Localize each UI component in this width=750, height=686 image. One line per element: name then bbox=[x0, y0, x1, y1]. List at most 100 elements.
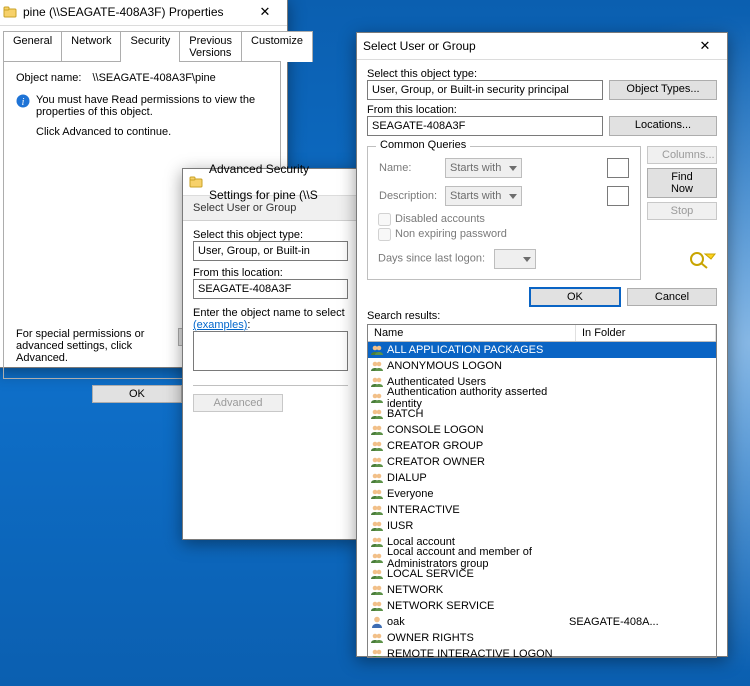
chevron-down-icon bbox=[523, 257, 531, 262]
properties-title: pine (\\SEAGATE-408A3F) Properties bbox=[23, 0, 249, 25]
result-row[interactable]: CREATOR OWNER bbox=[368, 454, 716, 470]
result-row[interactable]: CONSOLE LOGON bbox=[368, 422, 716, 438]
close-icon[interactable]: ✕ bbox=[249, 3, 281, 21]
object-types-button[interactable]: Object Types... bbox=[609, 80, 717, 100]
result-row[interactable]: ANONYMOUS LOGON bbox=[368, 358, 716, 374]
result-name: LOCAL SERVICE bbox=[387, 568, 569, 580]
group-icon bbox=[370, 503, 384, 517]
result-name: CONSOLE LOGON bbox=[387, 424, 569, 436]
tab-previous[interactable]: Previous Versions bbox=[179, 31, 242, 62]
tab-security[interactable]: Security bbox=[120, 31, 180, 62]
result-name: BATCH bbox=[387, 408, 569, 420]
group-icon bbox=[370, 599, 384, 613]
properties-tabs: General Network Security Previous Versio… bbox=[3, 30, 281, 61]
object-name-label: Object name: bbox=[16, 72, 81, 84]
advsec-advanced-button[interactable]: Advanced bbox=[193, 394, 283, 412]
common-queries-legend: Common Queries bbox=[376, 139, 470, 151]
result-name: IUSR bbox=[387, 520, 569, 532]
properties-titlebar: pine (\\SEAGATE-408A3F) Properties ✕ bbox=[0, 0, 287, 26]
ok-button[interactable]: OK bbox=[530, 288, 620, 306]
result-row[interactable]: OWNER RIGHTS bbox=[368, 630, 716, 646]
locations-button[interactable]: Locations... bbox=[609, 116, 717, 136]
result-row[interactable]: INTERACTIVE bbox=[368, 502, 716, 518]
result-row[interactable]: DIALUP bbox=[368, 470, 716, 486]
result-name: REMOTE INTERACTIVE LOGON bbox=[387, 648, 569, 658]
chevron-down-icon bbox=[509, 166, 517, 171]
examples-link[interactable]: (examples) bbox=[193, 319, 247, 331]
search-results-label: Search results: bbox=[367, 310, 717, 322]
selug-objtype-field[interactable]: User, Group, or Built-in security princi… bbox=[367, 80, 603, 100]
close-icon[interactable]: ✕ bbox=[689, 37, 721, 55]
name-filter-input bbox=[607, 158, 629, 178]
magnifier-icon bbox=[687, 250, 717, 273]
result-name: INTERACTIVE bbox=[387, 504, 569, 516]
name-filter-label: Name: bbox=[378, 157, 444, 179]
result-name: ANONYMOUS LOGON bbox=[387, 360, 569, 372]
non-expiring-checkbox: Non expiring password bbox=[378, 228, 507, 240]
desc-match-value: Starts with bbox=[450, 190, 501, 202]
result-row[interactable]: oakSEAGATE-408A... bbox=[368, 614, 716, 630]
days-since-logon-label: Days since last logon: bbox=[378, 253, 485, 265]
selug-objtype-label: Select this object type: bbox=[367, 68, 717, 80]
desc-match-combo: Starts with bbox=[445, 186, 522, 206]
non-expiring-check bbox=[378, 228, 391, 241]
group-icon bbox=[370, 439, 384, 453]
group-icon bbox=[370, 359, 384, 373]
group-icon bbox=[370, 343, 384, 357]
result-row[interactable]: ALL APPLICATION PACKAGES bbox=[368, 342, 716, 358]
result-row[interactable]: REMOTE INTERACTIVE LOGON bbox=[368, 646, 716, 658]
cancel-button[interactable]: Cancel bbox=[627, 288, 717, 306]
disabled-accounts-label: Disabled accounts bbox=[395, 213, 485, 225]
result-name: DIALUP bbox=[387, 472, 569, 484]
select-user-group-window: Select User or Group ✕ Select this objec… bbox=[356, 32, 728, 657]
result-row[interactable]: BATCH bbox=[368, 406, 716, 422]
result-name: ALL APPLICATION PACKAGES bbox=[387, 344, 569, 356]
group-icon bbox=[370, 375, 384, 389]
search-results-list[interactable]: Name In Folder ALL APPLICATION PACKAGES A… bbox=[367, 324, 717, 658]
col-folder[interactable]: In Folder bbox=[576, 325, 716, 341]
result-row[interactable]: NETWORK SERVICE bbox=[368, 598, 716, 614]
advsec-objtype-field[interactable]: User, Group, or Built-in security princi… bbox=[193, 241, 348, 261]
result-name: Local account and member of Administrato… bbox=[387, 546, 569, 570]
result-row[interactable]: NETWORK bbox=[368, 582, 716, 598]
common-queries-group: Common Queries Name: Starts with Descrip… bbox=[367, 146, 641, 280]
group-icon bbox=[370, 551, 384, 565]
result-name: oak bbox=[387, 616, 569, 628]
advsec-title: Advanced Security Settings for pine (\\S bbox=[209, 156, 352, 208]
desc-filter-label: Description: bbox=[378, 185, 444, 207]
tab-customize[interactable]: Customize bbox=[241, 31, 313, 62]
result-row[interactable]: IUSR bbox=[368, 518, 716, 534]
result-row[interactable]: Authentication authority asserted identi… bbox=[368, 390, 716, 406]
advsec-enter-label: Enter the object name to select (example… bbox=[193, 307, 348, 331]
tab-network[interactable]: Network bbox=[61, 31, 121, 62]
ok-button[interactable]: OK bbox=[92, 385, 182, 403]
name-match-value: Starts with bbox=[450, 162, 501, 174]
result-name: CREATOR GROUP bbox=[387, 440, 569, 452]
selug-titlebar: Select User or Group ✕ bbox=[357, 33, 727, 60]
advsec-loc-value: SEAGATE-408A3F bbox=[198, 283, 291, 295]
advsec-titlebar: Advanced Security Settings for pine (\\S bbox=[183, 169, 358, 196]
result-row[interactable]: LOCAL SERVICE bbox=[368, 566, 716, 582]
col-name[interactable]: Name bbox=[368, 325, 576, 341]
disabled-accounts-checkbox: Disabled accounts bbox=[378, 213, 485, 225]
tab-general[interactable]: General bbox=[3, 31, 62, 62]
result-row[interactable]: CREATOR GROUP bbox=[368, 438, 716, 454]
find-now-button[interactable]: Find Now bbox=[647, 168, 717, 198]
selug-loc-field[interactable]: SEAGATE-408A3F bbox=[367, 116, 603, 136]
advsec-loc-field[interactable]: SEAGATE-408A3F bbox=[193, 279, 348, 299]
result-name: NETWORK SERVICE bbox=[387, 600, 569, 612]
info-icon: i bbox=[16, 94, 30, 111]
chevron-down-icon bbox=[509, 194, 517, 199]
result-row[interactable]: Local account and member of Administrato… bbox=[368, 550, 716, 566]
name-match-combo: Starts with bbox=[445, 158, 522, 178]
group-icon bbox=[370, 471, 384, 485]
result-folder: SEAGATE-408A... bbox=[569, 616, 659, 628]
advsec-objectname-input[interactable] bbox=[193, 331, 348, 371]
advsec-objtype-value: User, Group, or Built-in security princi… bbox=[198, 245, 310, 261]
group-icon bbox=[370, 567, 384, 581]
svg-text:i: i bbox=[22, 97, 25, 108]
group-icon bbox=[370, 583, 384, 597]
result-row[interactable]: Everyone bbox=[368, 486, 716, 502]
info-message: You must have Read permissions to view t… bbox=[36, 94, 268, 118]
result-name: Everyone bbox=[387, 488, 569, 500]
